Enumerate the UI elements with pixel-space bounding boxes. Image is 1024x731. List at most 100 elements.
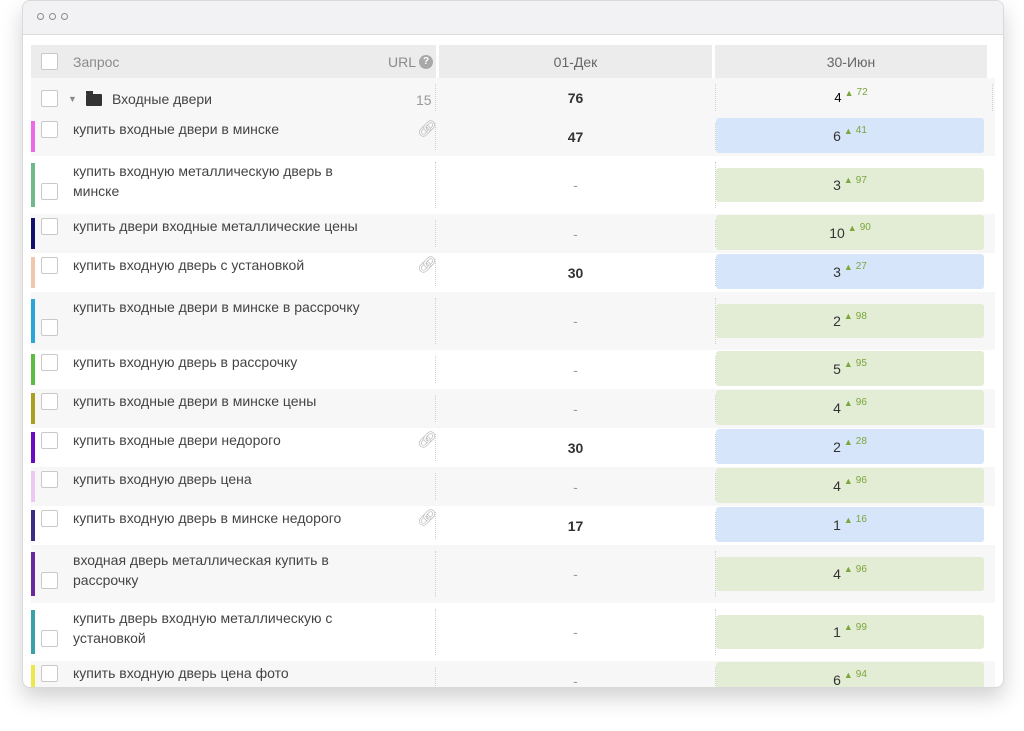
position-badge[interactable]: 3 ▲ 97 [716, 168, 984, 202]
keyword-text: купить двери входные металлические цены [73, 218, 358, 234]
close-dot-icon[interactable] [37, 13, 44, 20]
position-value: 2 [833, 313, 841, 329]
keyword-cell: купить двери входные металлические цены [31, 214, 436, 253]
table-row[interactable]: купить входную дверь цена - 4 ▲ 96 [31, 467, 995, 506]
position-cell: 1 ▲ 16 [715, 506, 987, 545]
table-row[interactable]: купить входную дверь с установкой 🔗︎ 30 3 ▲ 2… [31, 253, 995, 292]
column-divider [435, 123, 436, 150]
keyword-cell: купить входную дверь цена [31, 467, 436, 506]
row-checkbox[interactable] [41, 510, 58, 527]
column-divider [435, 609, 436, 655]
position-badge[interactable]: 4 ▲ 96 [716, 557, 984, 591]
position-value: 6 [833, 127, 841, 144]
row-checkbox[interactable] [41, 319, 58, 336]
position-delta: 95 [855, 358, 867, 369]
position-cell: 3 ▲ 97 [715, 156, 987, 214]
row-checkbox[interactable] [41, 354, 58, 371]
keyword-color-bar [31, 257, 35, 288]
position-value: 4 [833, 477, 841, 494]
table-row[interactable]: купить входные двери в минске в рассрочк… [31, 292, 995, 350]
keyword-text: входная дверь металлическая купить в рас… [73, 552, 329, 588]
table-row[interactable]: купить входные двери в минске цены - 4 ▲ 96 [31, 389, 995, 428]
column-divider [715, 609, 716, 655]
up-arrow-icon: ▲ [843, 358, 853, 369]
row-checkbox[interactable] [41, 183, 58, 200]
keyword-cell: купить входные двери в минске 🔗︎ [31, 117, 437, 156]
query-column-header[interactable]: Запрос URL ? [31, 45, 436, 78]
keyword-cell: купить дверь входную металлическую с уст… [31, 603, 436, 661]
column-divider [715, 259, 716, 286]
position-delta: 94 [855, 669, 867, 680]
select-all-checkbox[interactable] [41, 53, 58, 70]
position-delta: 99 [855, 621, 867, 633]
table-row[interactable]: купить двери входные металлические цены -… [31, 214, 995, 253]
table-row[interactable]: входная дверь металлическая купить в рас… [31, 545, 995, 603]
keyword-color-bar [31, 121, 35, 152]
date1-value: - [573, 225, 578, 242]
table-row[interactable]: купить входную дверь в минске недорого 🔗︎… [31, 506, 995, 545]
row-checkbox[interactable] [41, 218, 58, 235]
position-badge[interactable]: 6 ▲ 41 [716, 118, 984, 153]
position-value: 3 [833, 177, 841, 193]
position-badge[interactable]: 2 ▲ 98 [716, 304, 984, 338]
row-checkbox[interactable] [41, 257, 58, 274]
keyword-text: купить входные двери в минске цены [73, 393, 317, 409]
row-checkbox[interactable] [41, 630, 58, 647]
position-delta: 16 [855, 514, 867, 525]
group-row[interactable]: ▼ Входные двери 15 76 4 ▲ 72 [31, 78, 995, 117]
keyword-cell: купить входную дверь цена фото [31, 661, 436, 687]
row-checkbox[interactable] [41, 432, 58, 449]
keyword-text: купить входные двери недорого [73, 432, 281, 448]
position-badge[interactable]: 4 ▲ 96 [716, 468, 984, 503]
keyword-color-bar [31, 610, 35, 654]
position-badge[interactable]: 3 ▲ 27 [716, 254, 984, 289]
group-checkbox[interactable] [41, 90, 58, 107]
up-arrow-icon: ▲ [847, 222, 857, 233]
window-controls [37, 13, 68, 20]
table-row[interactable]: купить входную дверь в рассрочку - 5 ▲ 95 [31, 350, 995, 389]
row-checkbox[interactable] [41, 393, 58, 410]
row-checkbox[interactable] [41, 471, 58, 488]
position-badge[interactable]: 4 ▲ 96 [716, 390, 984, 425]
keyword-text: купить входные двери в минске [73, 121, 279, 137]
keyword-cell: купить входную дверь в рассрочку [31, 350, 436, 389]
table-header: Запрос URL ? 01-Дек 30-Июн [31, 45, 995, 78]
position-badge[interactable]: 1 ▲ 16 [716, 507, 984, 542]
position-cell: 4 ▲ 96 [715, 389, 987, 428]
position-badge[interactable]: 6 ▲ 94 [716, 662, 984, 687]
app-window: Запрос URL ? 01-Дек 30-Июн ▼ Входные двер… [22, 0, 1004, 688]
keyword-text: купить входную дверь в рассрочку [73, 354, 298, 370]
row-checkbox[interactable] [41, 572, 58, 589]
up-arrow-icon: ▲ [843, 175, 853, 185]
position-badge[interactable]: 10 ▲ 90 [716, 215, 984, 250]
keyword-color-bar [31, 665, 35, 687]
group-cell: ▼ Входные двери 15 [31, 78, 436, 117]
row-checkbox[interactable] [41, 665, 58, 682]
keyword-cell: купить входные двери в минске в рассрочк… [31, 292, 436, 350]
zoom-dot-icon[interactable] [61, 13, 68, 20]
table-row[interactable]: купить входную металлическую дверь в мин… [31, 156, 995, 214]
table-row[interactable]: купить дверь входную металлическую с уст… [31, 603, 995, 661]
position-badge[interactable]: 2 ▲ 28 [716, 429, 984, 464]
up-arrow-icon: ▲ [843, 622, 853, 632]
position-value: 1 [833, 516, 841, 533]
group-position: 4 [834, 90, 842, 105]
column-divider [715, 395, 716, 422]
keyword-text: купить входную дверь цена фото [73, 665, 289, 681]
minimize-dot-icon[interactable] [49, 13, 56, 20]
table-row[interactable]: купить входные двери недорого 🔗︎ 30 2 ▲ 28 [31, 428, 995, 467]
date-column-header-1[interactable]: 01-Дек [439, 45, 712, 78]
position-badge[interactable]: 1 ▲ 99 [716, 615, 984, 649]
collapse-triangle-icon[interactable]: ▼ [68, 94, 77, 104]
column-divider [435, 356, 436, 383]
help-icon[interactable]: ? [419, 55, 433, 69]
position-value: 10 [829, 224, 845, 241]
table-row[interactable]: купить входную дверь цена фото - 6 ▲ 94 [31, 661, 995, 687]
position-badge[interactable]: 5 ▲ 95 [716, 351, 984, 386]
position-value: 4 [833, 566, 841, 582]
column-divider [715, 298, 716, 344]
table-row[interactable]: купить входные двери в минске 🔗︎ 47 6 ▲ 41 [31, 117, 995, 156]
row-checkbox[interactable] [41, 121, 58, 138]
date-column-header-2[interactable]: 30-Июн [715, 45, 987, 78]
column-divider [715, 356, 716, 383]
